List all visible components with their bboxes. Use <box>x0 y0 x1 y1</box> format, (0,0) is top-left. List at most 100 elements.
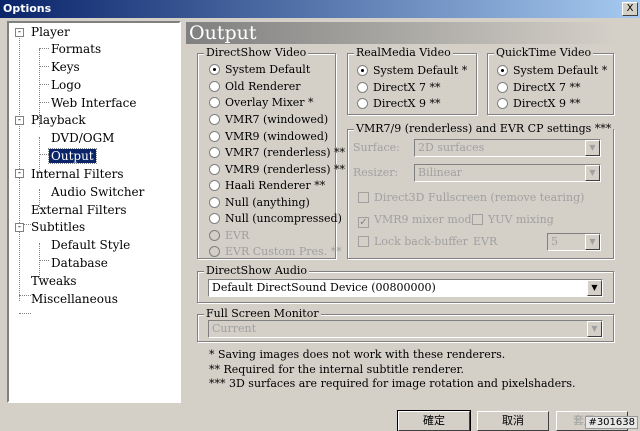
group-title: QuickTime Video <box>494 46 594 60</box>
realmedia-video-group: RealMedia Video System Default * DirectX… <box>347 46 477 115</box>
tree-item-internal-filters[interactable]: Internal Filters <box>29 166 125 183</box>
options-tree[interactable]: - - - - Player Formats Keys Logo Web Int… <box>7 21 181 403</box>
radio-icon <box>209 97 220 108</box>
tree-item-default-style[interactable]: Default Style <box>49 237 132 254</box>
radio-icon <box>209 64 220 75</box>
tree-item-keys[interactable]: Keys <box>49 59 82 76</box>
collapse-icon[interactable]: - <box>15 223 24 232</box>
radio-icon <box>209 164 220 175</box>
radio-evr[interactable]: EVR <box>209 228 249 244</box>
cancel-button[interactable]: 取消 <box>477 411 549 431</box>
directshow-video-group: DirectShow Video System Default Old Rend… <box>197 46 345 259</box>
group-title: DirectShow Video <box>204 46 309 60</box>
note-saving-images: * Saving images does not work with these… <box>209 348 506 361</box>
fullscreen-monitor-group: Full Screen Monitor Current ▼ <box>197 307 614 342</box>
lock-backbuffer-checkbox[interactable]: Lock back-buffer <box>358 234 468 250</box>
radio-overlay-mixer[interactable]: Overlay Mixer * <box>209 95 314 111</box>
radio-icon <box>209 114 220 125</box>
group-title: VMR7/9 (renderless) and EVR CP settings … <box>354 122 614 136</box>
group-title: DirectShow Audio <box>204 264 310 278</box>
radio-evr-custom[interactable]: EVR Custom Pres. ** <box>209 244 342 260</box>
note-3d-surfaces: *** 3D surfaces are required for image r… <box>209 377 576 390</box>
tree-item-miscellaneous[interactable]: Miscellaneous <box>29 291 120 308</box>
group-title: RealMedia Video <box>354 46 453 60</box>
radio-icon <box>209 230 220 241</box>
radio-qt-system-default[interactable]: System Default * <box>497 63 607 79</box>
radio-qt-directx7[interactable]: DirectX 7 ** <box>497 80 581 96</box>
evr-label: EVR <box>473 235 498 248</box>
radio-rm-system-default[interactable]: System Default * <box>357 63 467 79</box>
radio-icon <box>357 82 368 93</box>
watermark-label: #301638 <box>585 416 638 429</box>
radio-old-renderer[interactable]: Old Renderer <box>209 79 301 95</box>
tree-item-player[interactable]: Player <box>29 24 72 41</box>
radio-rm-directx7[interactable]: DirectX 7 ** <box>357 80 441 96</box>
surface-label: Surface: <box>353 141 400 154</box>
radio-vmr9-renderless[interactable]: VMR9 (renderless) ** <box>209 162 345 178</box>
monitor-select[interactable]: Current ▼ <box>208 320 603 338</box>
radio-vmr7-renderless[interactable]: VMR7 (renderless) ** <box>209 145 345 161</box>
checkbox-icon <box>358 236 369 247</box>
d3d-fullscreen-checkbox[interactable]: Direct3D Fullscreen (remove tearing) <box>358 190 584 206</box>
resizer-label: Resizer: <box>353 166 399 179</box>
vmr9-mixer-checkbox[interactable]: ✓ VMR9 mixer mode <box>358 212 478 228</box>
note-subtitle-renderer: ** Required for the internal subtitle re… <box>209 363 465 376</box>
quicktime-video-group: QuickTime Video System Default * DirectX… <box>487 46 614 115</box>
chevron-down-icon: ▼ <box>587 280 602 296</box>
tree-item-database[interactable]: Database <box>49 255 110 272</box>
close-icon: X <box>626 3 634 14</box>
radio-icon <box>209 213 220 224</box>
resizer-select[interactable]: Bilinear ▼ <box>414 164 601 182</box>
radio-icon <box>357 98 368 109</box>
group-title: Full Screen Monitor <box>204 307 321 321</box>
radio-icon <box>209 147 220 158</box>
chevron-down-icon: ▼ <box>587 321 602 337</box>
tree-item-audio-switcher[interactable]: Audio Switcher <box>49 184 146 201</box>
collapse-icon[interactable]: - <box>15 28 24 37</box>
radio-icon <box>357 65 368 76</box>
page-title: Output <box>186 22 616 44</box>
window-title: Options <box>3 2 52 15</box>
radio-icon <box>209 246 220 257</box>
tree-item-dvd-ogm[interactable]: DVD/OGM <box>49 130 116 147</box>
radio-icon <box>209 81 220 92</box>
radio-null-uncompressed[interactable]: Null (uncompressed) <box>209 211 342 227</box>
tree-item-playback[interactable]: Playback <box>29 112 88 129</box>
tree-item-external-filters[interactable]: External Filters <box>29 202 129 219</box>
collapse-icon[interactable]: - <box>15 169 24 178</box>
radio-vmr7-windowed[interactable]: VMR7 (windowed) <box>209 112 328 128</box>
check-icon: ✓ <box>358 217 369 228</box>
collapse-icon[interactable]: - <box>15 116 24 125</box>
yuv-mixing-checkbox[interactable]: YUV mixing <box>472 212 554 228</box>
checkbox-icon <box>358 192 369 203</box>
tree-item-web-interface[interactable]: Web Interface <box>49 95 139 112</box>
radio-icon <box>209 131 220 142</box>
ok-button[interactable]: 確定 <box>397 410 471 431</box>
tree-item-output[interactable]: Output <box>48 148 97 165</box>
radio-vmr9-windowed[interactable]: VMR9 (windowed) <box>209 129 328 145</box>
tree-item-formats[interactable]: Formats <box>49 41 103 58</box>
radio-icon <box>209 197 220 208</box>
radio-icon <box>497 82 508 93</box>
surface-select[interactable]: 2D surfaces ▼ <box>414 139 601 157</box>
tree-item-logo[interactable]: Logo <box>49 77 83 94</box>
radio-haali-renderer[interactable]: Haali Renderer ** <box>209 178 325 194</box>
radio-icon <box>497 98 508 109</box>
close-button[interactable]: X <box>622 2 638 16</box>
audio-device-select[interactable]: Default DirectSound Device (00800000) ▼ <box>208 279 603 297</box>
evr-buffers-select[interactable]: 5 ▼ <box>547 233 601 251</box>
vmr-settings-group: VMR7/9 (renderless) and EVR CP settings … <box>347 122 614 259</box>
radio-system-default[interactable]: System Default <box>209 62 310 78</box>
radio-qt-directx9[interactable]: DirectX 9 ** <box>497 96 581 112</box>
chevron-down-icon: ▼ <box>585 140 600 156</box>
radio-icon <box>209 180 220 191</box>
radio-rm-directx9[interactable]: DirectX 9 ** <box>357 96 441 112</box>
tree-item-tweaks[interactable]: Tweaks <box>29 273 79 290</box>
window-titlebar[interactable]: Options <box>0 0 640 18</box>
chevron-down-icon: ▼ <box>585 234 600 250</box>
tree-item-subtitles[interactable]: Subtitles <box>29 219 87 236</box>
checkbox-icon <box>472 214 483 225</box>
radio-null-anything[interactable]: Null (anything) <box>209 195 310 211</box>
chevron-down-icon: ▼ <box>585 165 600 181</box>
directshow-audio-group: DirectShow Audio Default DirectSound Dev… <box>197 264 614 303</box>
